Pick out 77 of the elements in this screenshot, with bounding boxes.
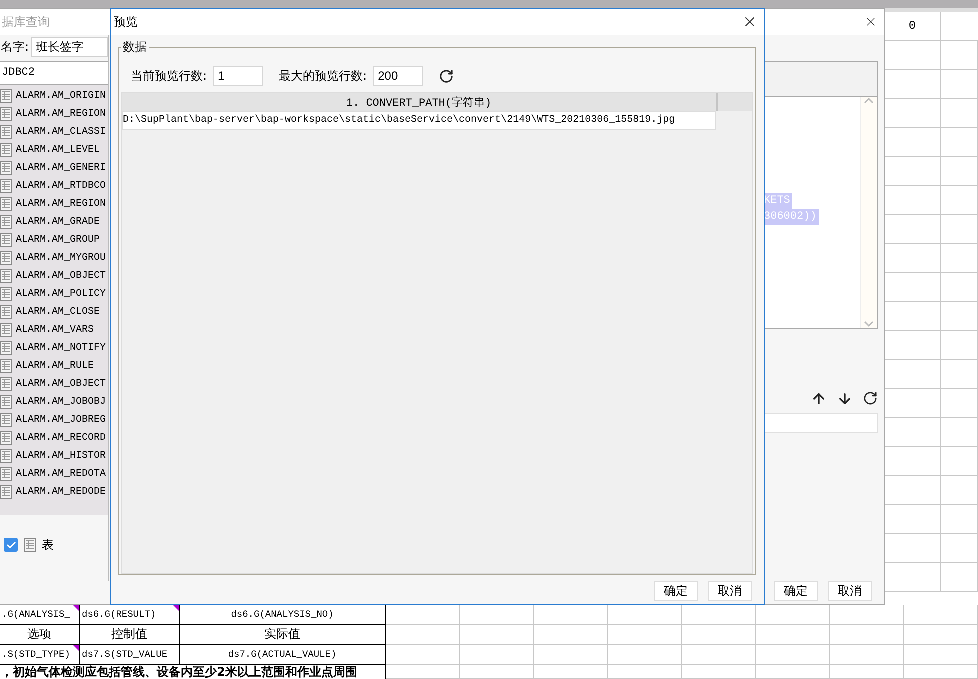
table-list-item[interactable]: ALARM.AM_NOTIFY (16, 342, 106, 354)
connection-field[interactable]: JDBC2 (0, 61, 108, 85)
dialog-button[interactable]: 取消 (708, 581, 752, 601)
table-list-item[interactable]: ALARM.AM_REDODE (16, 486, 106, 498)
table-list-item[interactable]: ALARM.AM_REGION (16, 198, 106, 210)
table-list-item[interactable]: ALARM.AM_HISTOR (16, 450, 106, 462)
table-list-item[interactable]: ALARM.AM_JOBREG (16, 414, 106, 426)
table-icon (0, 125, 12, 139)
table-icon (0, 251, 12, 265)
table-list-item[interactable]: ALARM.AM_RULE (16, 360, 94, 372)
checkbox[interactable] (4, 538, 18, 552)
dialog-button[interactable]: 取消 (828, 581, 872, 601)
dialog-button[interactable]: 确定 (774, 581, 818, 601)
table-icon (0, 485, 12, 499)
table-icon (0, 89, 12, 103)
name-field[interactable]: 班长签字 (31, 37, 108, 57)
arrow-up-icon[interactable] (811, 391, 827, 407)
table-icon (0, 161, 12, 175)
table-icon (0, 467, 12, 481)
sheet-cell: 选项 (0, 625, 80, 645)
table-icon (0, 395, 12, 409)
refresh-icon[interactable] (863, 391, 878, 406)
max-rows-label: 最大的预览行数: (279, 68, 368, 84)
dialog-button[interactable]: 确定 (654, 581, 698, 601)
table-icon (0, 449, 12, 463)
input-field[interactable] (764, 413, 878, 433)
window-title: 据库查询 (2, 14, 50, 30)
table-list-item[interactable]: ALARM.AM_JOBOBJ (16, 396, 106, 408)
sheet-cell: .S(STD_TYPE) (0, 645, 80, 665)
table-list-item[interactable]: ALARM.AM_VARS (16, 324, 94, 336)
table-list-item[interactable]: ALARM.AM_LEVEL (16, 144, 100, 156)
table-icon (0, 287, 12, 301)
table-cell: D:\SupPlant\bap-server\bap-workspace\static\baseService\convert\2149\WTS_20210306_155819.jpg (122, 111, 716, 130)
table-icon (0, 377, 12, 391)
table-icon (0, 179, 12, 193)
table-icon (0, 323, 12, 337)
table-icon (0, 305, 12, 319)
table-list-item[interactable]: ALARM.AM_RECORD (16, 432, 106, 444)
sheet-cell: ds7.G(ACTUAL_VAULE) (180, 645, 386, 665)
table-list-item[interactable]: ALARM.AM_GENERI (16, 162, 106, 174)
table-icon (0, 107, 12, 121)
table-list-item[interactable]: ALARM.AM_CLOSE (16, 306, 100, 318)
table-list-item[interactable]: ALARM.AM_RTDBCO (16, 180, 106, 192)
table-icon (0, 341, 12, 355)
sheet-cell: ds7.S(STD_VALUE (80, 645, 180, 665)
table-list-item[interactable]: ALARM.AM_CLASSI (16, 126, 106, 138)
arrow-down-icon[interactable] (837, 391, 853, 407)
table-icon (0, 233, 12, 247)
table-icon (0, 143, 12, 157)
table-list-item[interactable]: ALARM.AM_OBJECT (16, 270, 106, 282)
sheet-cell: 控制值 (80, 625, 180, 645)
refresh-icon[interactable] (439, 68, 454, 84)
table-icon (0, 413, 12, 427)
table-icon (0, 197, 12, 211)
table-list-item[interactable]: ALARM.AM_GROUP (16, 234, 100, 246)
checkbox-label: 表 (42, 536, 54, 554)
name-label: 名字: (1, 38, 30, 56)
max-rows-field[interactable]: 200 (373, 66, 424, 86)
window-title: 预览 (114, 14, 138, 30)
table-list-item[interactable]: ALARM.AM_REDOTA (16, 468, 106, 480)
table-list-item[interactable]: ALARM.AM_MYGROU (16, 252, 106, 264)
sheet-cell: 实际值 (180, 625, 386, 645)
table-icon (0, 269, 12, 283)
table-list-item[interactable]: ALARM.AM_OBJECT (16, 378, 106, 390)
table-icon (24, 538, 36, 552)
group-title: 数据 (122, 39, 148, 56)
current-rows-field[interactable]: 1 (213, 66, 264, 86)
table-list-item[interactable]: ALARM.AM_GRADE (16, 216, 100, 228)
table-list-item[interactable]: ALARM.AM_ORIGIN (16, 90, 106, 102)
current-rows-label: 当前预览行数: (131, 68, 208, 84)
sheet-note: ，初始气体检测应包括管线、设备内至少2米以上范围和作业点周围 (0, 665, 386, 679)
table-icon (0, 431, 12, 445)
table-icon (0, 215, 12, 229)
table-icon (0, 359, 12, 373)
table-list-item[interactable]: ALARM.AM_REGION (16, 108, 106, 120)
table-list-item[interactable]: ALARM.AM_POLICY (16, 288, 106, 300)
checkmark-icon (6, 540, 16, 550)
